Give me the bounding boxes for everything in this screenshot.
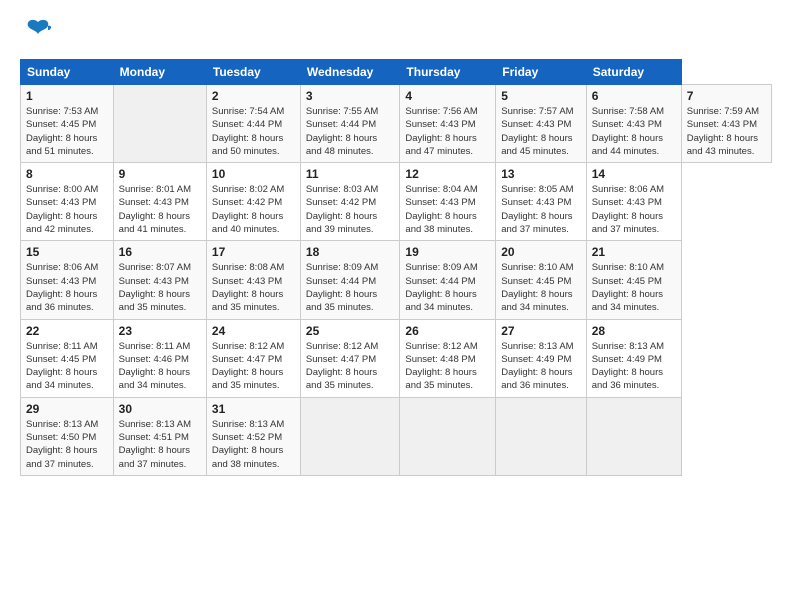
calendar-day-w1-4: 12Sunrise: 8:04 AMSunset: 4:43 PMDayligh… [400, 163, 496, 241]
calendar-day-w0-5: 6Sunrise: 7:58 AMSunset: 4:43 PMDaylight… [586, 85, 681, 163]
calendar-day-w3-6: 28Sunrise: 8:13 AMSunset: 4:49 PMDayligh… [586, 319, 681, 397]
calendar-week-0: 1Sunrise: 7:53 AMSunset: 4:45 PMDaylight… [21, 85, 772, 163]
calendar-day-w4-1: 30Sunrise: 8:13 AMSunset: 4:51 PMDayligh… [113, 397, 206, 475]
calendar-day-w4-2: 31Sunrise: 8:13 AMSunset: 4:52 PMDayligh… [206, 397, 300, 475]
page: SundayMondayTuesdayWednesdayThursdayFrid… [0, 0, 792, 612]
calendar-day-w3-4: 26Sunrise: 8:12 AMSunset: 4:48 PMDayligh… [400, 319, 496, 397]
calendar-day-w4-0: 29Sunrise: 8:13 AMSunset: 4:50 PMDayligh… [21, 397, 114, 475]
calendar-day-w3-2: 24Sunrise: 8:12 AMSunset: 4:47 PMDayligh… [206, 319, 300, 397]
calendar-day-w0-2: 3Sunrise: 7:55 AMSunset: 4:44 PMDaylight… [300, 85, 400, 163]
calendar-day-w2-3: 18Sunrise: 8:09 AMSunset: 4:44 PMDayligh… [300, 241, 400, 319]
day-header-saturday: Saturday [586, 60, 681, 85]
calendar-day-w4-5 [496, 397, 586, 475]
calendar-day-w3-0: 22Sunrise: 8:11 AMSunset: 4:45 PMDayligh… [21, 319, 114, 397]
day-header-monday: Monday [113, 60, 206, 85]
calendar-day-w0-6: 7Sunrise: 7:59 AMSunset: 4:43 PMDaylight… [681, 85, 771, 163]
calendar-day-w1-6: 14Sunrise: 8:06 AMSunset: 4:43 PMDayligh… [586, 163, 681, 241]
calendar-day-w0-4: 5Sunrise: 7:57 AMSunset: 4:43 PMDaylight… [496, 85, 586, 163]
calendar-week-2: 15Sunrise: 8:06 AMSunset: 4:43 PMDayligh… [21, 241, 772, 319]
day-header-friday: Friday [496, 60, 586, 85]
day-header-wednesday: Wednesday [300, 60, 400, 85]
day-header-tuesday: Tuesday [206, 60, 300, 85]
logo-bird-icon [24, 16, 52, 49]
calendar-day-w0-3: 4Sunrise: 7:56 AMSunset: 4:43 PMDaylight… [400, 85, 496, 163]
calendar-day-w1-0: 8Sunrise: 8:00 AMSunset: 4:43 PMDaylight… [21, 163, 114, 241]
calendar-week-1: 8Sunrise: 8:00 AMSunset: 4:43 PMDaylight… [21, 163, 772, 241]
calendar-day-1: 1Sunrise: 7:53 AMSunset: 4:45 PMDaylight… [21, 85, 114, 163]
calendar-day-w2-5: 20Sunrise: 8:10 AMSunset: 4:45 PMDayligh… [496, 241, 586, 319]
calendar-day-w2-4: 19Sunrise: 8:09 AMSunset: 4:44 PMDayligh… [400, 241, 496, 319]
calendar-header-row: SundayMondayTuesdayWednesdayThursdayFrid… [21, 60, 772, 85]
calendar-day-w4-3 [300, 397, 400, 475]
calendar-day-w2-1: 16Sunrise: 8:07 AMSunset: 4:43 PMDayligh… [113, 241, 206, 319]
calendar-day-w4-6 [586, 397, 681, 475]
calendar-day-w1-3: 11Sunrise: 8:03 AMSunset: 4:42 PMDayligh… [300, 163, 400, 241]
calendar-day-w0-1: 2Sunrise: 7:54 AMSunset: 4:44 PMDaylight… [206, 85, 300, 163]
calendar-day-w4-4 [400, 397, 496, 475]
calendar-day-w1-1: 9Sunrise: 8:01 AMSunset: 4:43 PMDaylight… [113, 163, 206, 241]
calendar-day-w3-3: 25Sunrise: 8:12 AMSunset: 4:47 PMDayligh… [300, 319, 400, 397]
calendar-day-w1-2: 10Sunrise: 8:02 AMSunset: 4:42 PMDayligh… [206, 163, 300, 241]
calendar-week-3: 22Sunrise: 8:11 AMSunset: 4:45 PMDayligh… [21, 319, 772, 397]
day-header-sunday: Sunday [21, 60, 114, 85]
calendar-table: SundayMondayTuesdayWednesdayThursdayFrid… [20, 59, 772, 476]
calendar-day-w2-0: 15Sunrise: 8:06 AMSunset: 4:43 PMDayligh… [21, 241, 114, 319]
day-header-thursday: Thursday [400, 60, 496, 85]
header [20, 16, 772, 49]
calendar-week-4: 29Sunrise: 8:13 AMSunset: 4:50 PMDayligh… [21, 397, 772, 475]
logo [20, 16, 52, 49]
calendar-day-w3-5: 27Sunrise: 8:13 AMSunset: 4:49 PMDayligh… [496, 319, 586, 397]
calendar-day-w2-6: 21Sunrise: 8:10 AMSunset: 4:45 PMDayligh… [586, 241, 681, 319]
calendar-day-w0-0 [113, 85, 206, 163]
calendar-day-w1-5: 13Sunrise: 8:05 AMSunset: 4:43 PMDayligh… [496, 163, 586, 241]
calendar-day-w3-1: 23Sunrise: 8:11 AMSunset: 4:46 PMDayligh… [113, 319, 206, 397]
calendar-day-w2-2: 17Sunrise: 8:08 AMSunset: 4:43 PMDayligh… [206, 241, 300, 319]
